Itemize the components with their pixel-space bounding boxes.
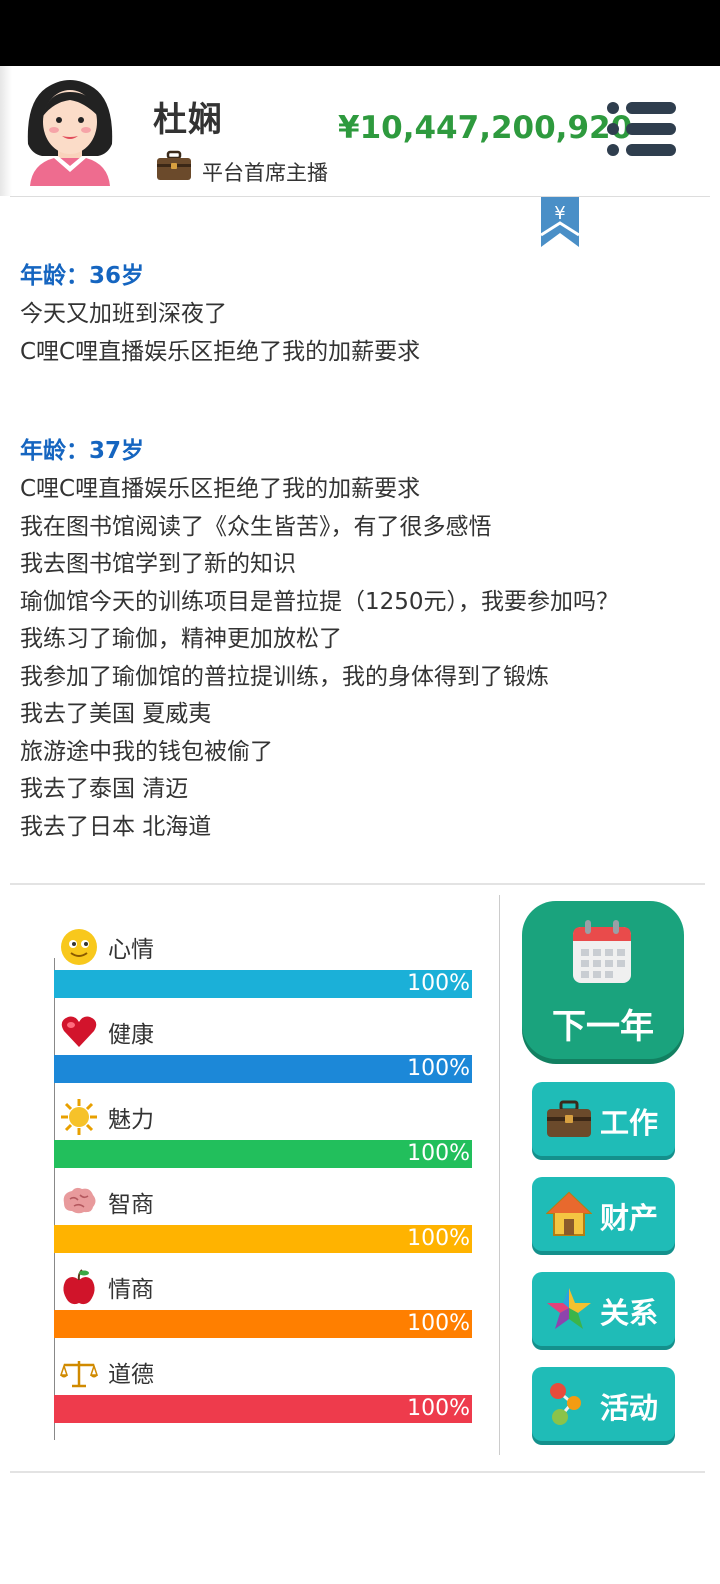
stat-percent: 100%: [407, 1311, 470, 1336]
stat-label: 健康: [108, 1022, 154, 1048]
log-entry: 我去了美国 夏威夷: [20, 701, 212, 727]
stat-morality: 道德 100%: [54, 1353, 472, 1438]
log-entry: C哩C哩直播娱乐区拒绝了我的加薪要求: [20, 476, 421, 502]
bookmark-symbol: ¥: [554, 203, 565, 224]
log-entry: 旅游途中我的钱包被偷了: [20, 738, 273, 765]
property-button[interactable]: 财产: [532, 1177, 675, 1251]
relations-label: 关系: [600, 1296, 659, 1330]
stat-health: 健康 100%: [54, 1013, 472, 1098]
edge-shadow: [0, 66, 12, 196]
work-label: 工作: [600, 1106, 659, 1140]
log-entry: 我去了泰国 清迈: [20, 776, 189, 802]
stat-label: 魅力: [108, 1107, 154, 1133]
activities-label: 活动: [600, 1391, 659, 1425]
stat-bar-track: 100%: [54, 1055, 472, 1083]
stat-label: 道德: [108, 1362, 154, 1388]
relations-button[interactable]: 关系: [532, 1272, 675, 1346]
stat-percent: 100%: [407, 1226, 470, 1251]
briefcase-icon: [547, 1100, 591, 1137]
stat-label: 情商: [108, 1277, 154, 1303]
log-entry: 我去图书馆学到了新的知识: [20, 551, 296, 577]
age-heading: 年龄：37岁: [20, 438, 145, 464]
star-icon: [547, 1288, 591, 1329]
yen-bookmark-icon[interactable]: ¥: [541, 197, 579, 247]
scales-icon: [60, 1361, 98, 1388]
menu-list-icon[interactable]: [604, 100, 676, 158]
stat-bar-track: 100%: [54, 1140, 472, 1168]
sun-icon: [61, 1099, 97, 1135]
stat-label: 心情: [108, 937, 154, 963]
stat-bar-track: 100%: [54, 1310, 472, 1338]
activities-button[interactable]: 活动: [532, 1367, 675, 1441]
log-entry: C哩C哩直播娱乐区拒绝了我的加薪要求: [20, 338, 421, 365]
work-button[interactable]: 工作: [532, 1082, 675, 1156]
house-icon: [546, 1191, 592, 1236]
log-entry: 我练习了瑜伽，精神更加放松了: [20, 626, 342, 652]
stat-bar-track: 100%: [54, 1395, 472, 1423]
year-block: 年龄：36岁 今天又加班到深夜了 C哩C哩直播娱乐区拒绝了我的加薪要求: [20, 258, 710, 371]
apple-icon: [63, 1269, 95, 1305]
panel-divider: [10, 1471, 705, 1473]
next-year-label: 下一年: [552, 1007, 654, 1047]
calendar-icon: [573, 920, 631, 983]
log-entry: 我在图书馆阅读了《众生皆苦》，有了很多感悟: [20, 513, 492, 540]
job-title: 平台首席主播: [202, 161, 328, 185]
panel-separator: [499, 895, 500, 1455]
heart-icon: [61, 1016, 97, 1047]
life-log: 年龄：36岁 今天又加班到深夜了 C哩C哩直播娱乐区拒绝了我的加薪要求 年龄：3…: [20, 258, 710, 908]
stat-percent: 100%: [407, 1056, 470, 1081]
stat-eq: 情商 100%: [54, 1268, 472, 1353]
stat-charm: 魅力 100%: [54, 1098, 472, 1183]
briefcase-icon: [157, 150, 191, 180]
age-heading: 年龄：36岁: [20, 263, 145, 289]
log-entry: 瑜伽馆今天的训练项目是普拉提（1250元），我要参加吗？: [20, 588, 620, 615]
woman-avatar-icon[interactable]: [18, 72, 122, 186]
stat-mood: 心情 100%: [54, 928, 472, 1013]
smiley-face-icon: [61, 929, 97, 965]
player-name: 杜娴: [153, 100, 223, 140]
stat-bar-track: 100%: [54, 1225, 472, 1253]
next-year-button[interactable]: 下一年: [522, 901, 684, 1059]
log-entry: 今天又加班到深夜了: [20, 301, 227, 327]
log-entry: 我参加了瑜伽馆的普拉提训练，我的身体得到了锻炼: [20, 663, 549, 690]
stat-percent: 100%: [407, 1141, 470, 1166]
activity-dots-icon: [550, 1383, 581, 1425]
stat-percent: 100%: [407, 971, 470, 996]
stat-label: 智商: [108, 1192, 154, 1218]
property-label: 财产: [600, 1201, 659, 1235]
stat-iq: 智商 100%: [54, 1183, 472, 1268]
status-bar: [0, 0, 720, 66]
brain-icon: [63, 1187, 96, 1214]
stat-bar-track: 100%: [54, 970, 472, 998]
money-balance: ¥10,447,200,920: [338, 110, 633, 146]
year-block: 年龄：37岁 C哩C哩直播娱乐区拒绝了我的加薪要求 我在图书馆阅读了《众生皆苦》…: [20, 433, 710, 846]
header-divider: [10, 196, 710, 197]
panel-divider: [10, 883, 705, 885]
stat-percent: 100%: [407, 1396, 470, 1421]
log-entry: 我去了日本 北海道: [20, 813, 212, 840]
